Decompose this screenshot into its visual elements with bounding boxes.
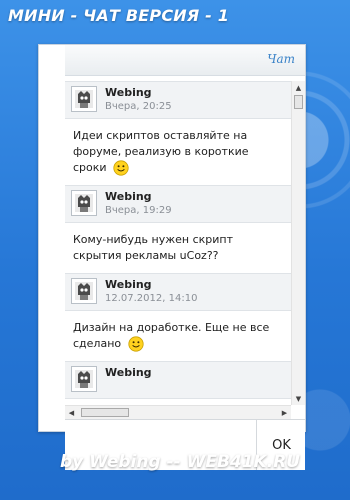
message-text-block: Идеи скриптов оставляйте на форуме, реал… — [65, 119, 291, 185]
scroll-down-icon[interactable]: ▼ — [292, 392, 305, 405]
message-author[interactable]: Webing — [105, 190, 152, 203]
chat-header: Чат — [65, 45, 305, 76]
page-title: МИНИ - ЧАТ ВЕРСИЯ - 1 — [8, 6, 230, 25]
smile-icon — [113, 160, 129, 176]
smile-icon — [128, 336, 144, 352]
message-author[interactable]: Webing — [105, 366, 152, 379]
chat-link[interactable]: Чат — [267, 52, 295, 66]
scroll-up-icon[interactable]: ▲ — [292, 81, 305, 94]
message-text: Дизайн на доработке. Еще не все сделано — [73, 321, 270, 350]
message-item: Webing 12.07.2012, 14:10 Дизайн на дораб… — [65, 273, 291, 361]
avatar-icon — [75, 370, 93, 388]
footer-credit: by Webing -- WEB41K.RU — [60, 452, 301, 472]
avatar-icon — [75, 194, 93, 212]
avatar-icon — [75, 90, 93, 108]
message-header: Webing Вчера, 19:29 — [65, 185, 291, 223]
message-author[interactable]: Webing — [105, 86, 152, 99]
message-list[interactable]: Webing Вчера, 20:25 Идеи скриптов оставл… — [65, 81, 291, 405]
message-header: Webing 12.07.2012, 14:10 — [65, 273, 291, 311]
scroll-left-icon[interactable]: ◀ — [65, 406, 78, 419]
vertical-scroll-thumb[interactable] — [294, 95, 303, 109]
message-text: Кому-нибудь нужен скрипт скрытия рекламы… — [73, 233, 234, 262]
message-header: Webing Вчера, 20:25 — [65, 81, 291, 119]
message-text: Идеи скриптов оставляйте на форуме, реал… — [73, 129, 249, 174]
scroll-right-icon[interactable]: ▶ — [278, 406, 291, 419]
message-time: Вчера, 19:29 — [105, 205, 172, 216]
message-header: Webing — [65, 361, 291, 399]
message-item: Webing Вчера, 20:25 Идеи скриптов оставл… — [65, 81, 291, 185]
mini-chat-widget: Чат Webing Вчера, 20:25 Идеи скриптов ос… — [38, 44, 306, 470]
avatar[interactable] — [71, 190, 97, 216]
horizontal-scrollbar[interactable]: ◀ ▶ — [65, 405, 291, 419]
message-item: Webing — [65, 361, 291, 399]
message-item: Webing Вчера, 19:29 Кому-нибудь нужен ск… — [65, 185, 291, 273]
avatar[interactable] — [71, 366, 97, 392]
avatar-icon — [75, 282, 93, 300]
message-author[interactable]: Webing — [105, 278, 152, 291]
horizontal-scroll-thumb[interactable] — [81, 408, 129, 417]
message-text-block: Дизайн на доработке. Еще не все сделано — [65, 311, 291, 361]
message-time: Вчера, 20:25 — [105, 101, 172, 112]
avatar[interactable] — [71, 278, 97, 304]
avatar[interactable] — [71, 86, 97, 112]
message-time: 12.07.2012, 14:10 — [105, 293, 198, 304]
message-text-block: Кому-нибудь нужен скрипт скрытия рекламы… — [65, 223, 291, 273]
vertical-scrollbar[interactable]: ▲ ▼ — [291, 81, 305, 405]
